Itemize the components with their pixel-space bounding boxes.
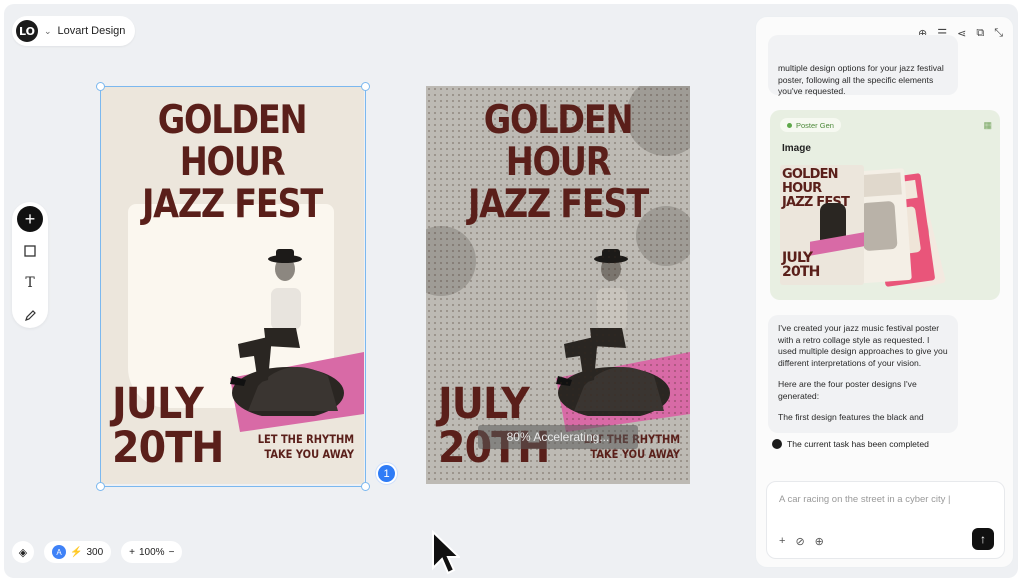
zoom-in-button[interactable]: + [129, 547, 135, 558]
resize-handle-bottom-right[interactable] [361, 482, 370, 491]
globe-icon[interactable]: ⊕ [815, 535, 824, 548]
project-name: Lovart Design [57, 25, 126, 37]
pen-icon[interactable] [17, 302, 43, 328]
zoom-out-button[interactable]: − [169, 547, 175, 558]
grid-icon[interactable]: ▦ [983, 120, 992, 131]
credits-indicator[interactable]: A ⚡ 300 [44, 541, 112, 563]
generation-progress: 80% Accelerating... [478, 425, 638, 449]
rectangle-icon[interactable] [17, 238, 43, 264]
page-number-badge[interactable]: 1 [376, 463, 397, 484]
chevron-down-icon: ⌄ [44, 25, 52, 36]
bottom-controls: ◈ A ⚡ 300 + 100% − [12, 540, 183, 564]
share-icon[interactable]: ⋖ [957, 27, 966, 40]
zoom-level: 100% [138, 546, 165, 558]
task-status: The current task has been completed [772, 439, 929, 449]
input-tools: + ⊘ ⊕ [779, 535, 824, 548]
text-icon[interactable]: T [17, 270, 43, 296]
plus-icon[interactable]: + [779, 535, 785, 548]
left-toolbar: + T [12, 202, 48, 328]
card-title: Image [782, 143, 811, 154]
arrow-up-icon: ↑ [980, 532, 986, 546]
assistant-message: I've created your jazz music festival po… [768, 315, 958, 433]
add-icon[interactable]: + [17, 206, 43, 232]
lightning-icon: ⚡ [70, 546, 83, 558]
tool-tag: Poster Gen [780, 118, 841, 132]
prompt-input[interactable]: A car racing on the street in a cyber ci… [766, 481, 1005, 559]
lovart-logo-icon: LO [16, 20, 38, 42]
user-avatar: A [52, 545, 66, 559]
prompt-text[interactable]: A car racing on the street in a cyber ci… [779, 494, 950, 505]
design-canvas[interactable]: LO ⌄ Lovart Design + T GOLDEN HOUR JAZZ … [4, 4, 1018, 578]
assistant-message: multiple design options for your jazz fe… [768, 35, 958, 96]
lovart-logo-icon [772, 439, 782, 449]
poster-design-1[interactable]: GOLDEN HOUR JAZZ FEST JULY 20TH LET THE … [100, 86, 364, 484]
resize-handle-top-left[interactable] [96, 82, 105, 91]
layers-icon[interactable]: ◈ [12, 541, 34, 563]
brand-menu[interactable]: LO ⌄ Lovart Design [12, 16, 136, 46]
assistant-panel: ⊕ ☰ ⋖ ⧉ ⤡ multiple design options for yo… [755, 16, 1014, 568]
image-result-card[interactable]: Poster Gen ▦ Image GOLDEN HOUR JAZZ FEST … [770, 110, 1000, 300]
resize-handle-top-right[interactable] [361, 82, 370, 91]
poster-title: GOLDEN HOUR JAZZ FEST [141, 98, 323, 227]
zoom-control: + 100% − [121, 541, 183, 563]
poster-tagline: LET THE RHYTHM TAKE YOU AWAY [257, 432, 354, 461]
send-button[interactable]: ↑ [972, 528, 994, 550]
poster-thumbnail[interactable]: GOLDEN HOUR JAZZ FEST JULY 20TH [780, 165, 864, 285]
poster-title: GOLDEN HOUR JAZZ FEST [467, 98, 649, 227]
resize-handle-bottom-left[interactable] [96, 482, 105, 491]
poster-date: JULY 20TH [112, 379, 224, 473]
status-dot-icon [787, 122, 792, 128]
attach-icon[interactable]: ⊘ [795, 535, 804, 548]
collapse-icon[interactable]: ⤡ [994, 27, 1003, 40]
credits-count: 300 [86, 546, 104, 558]
jazz-musician-photo [230, 249, 344, 416]
mouse-cursor-icon [432, 530, 460, 575]
expand-icon[interactable]: ⧉ [976, 27, 984, 40]
